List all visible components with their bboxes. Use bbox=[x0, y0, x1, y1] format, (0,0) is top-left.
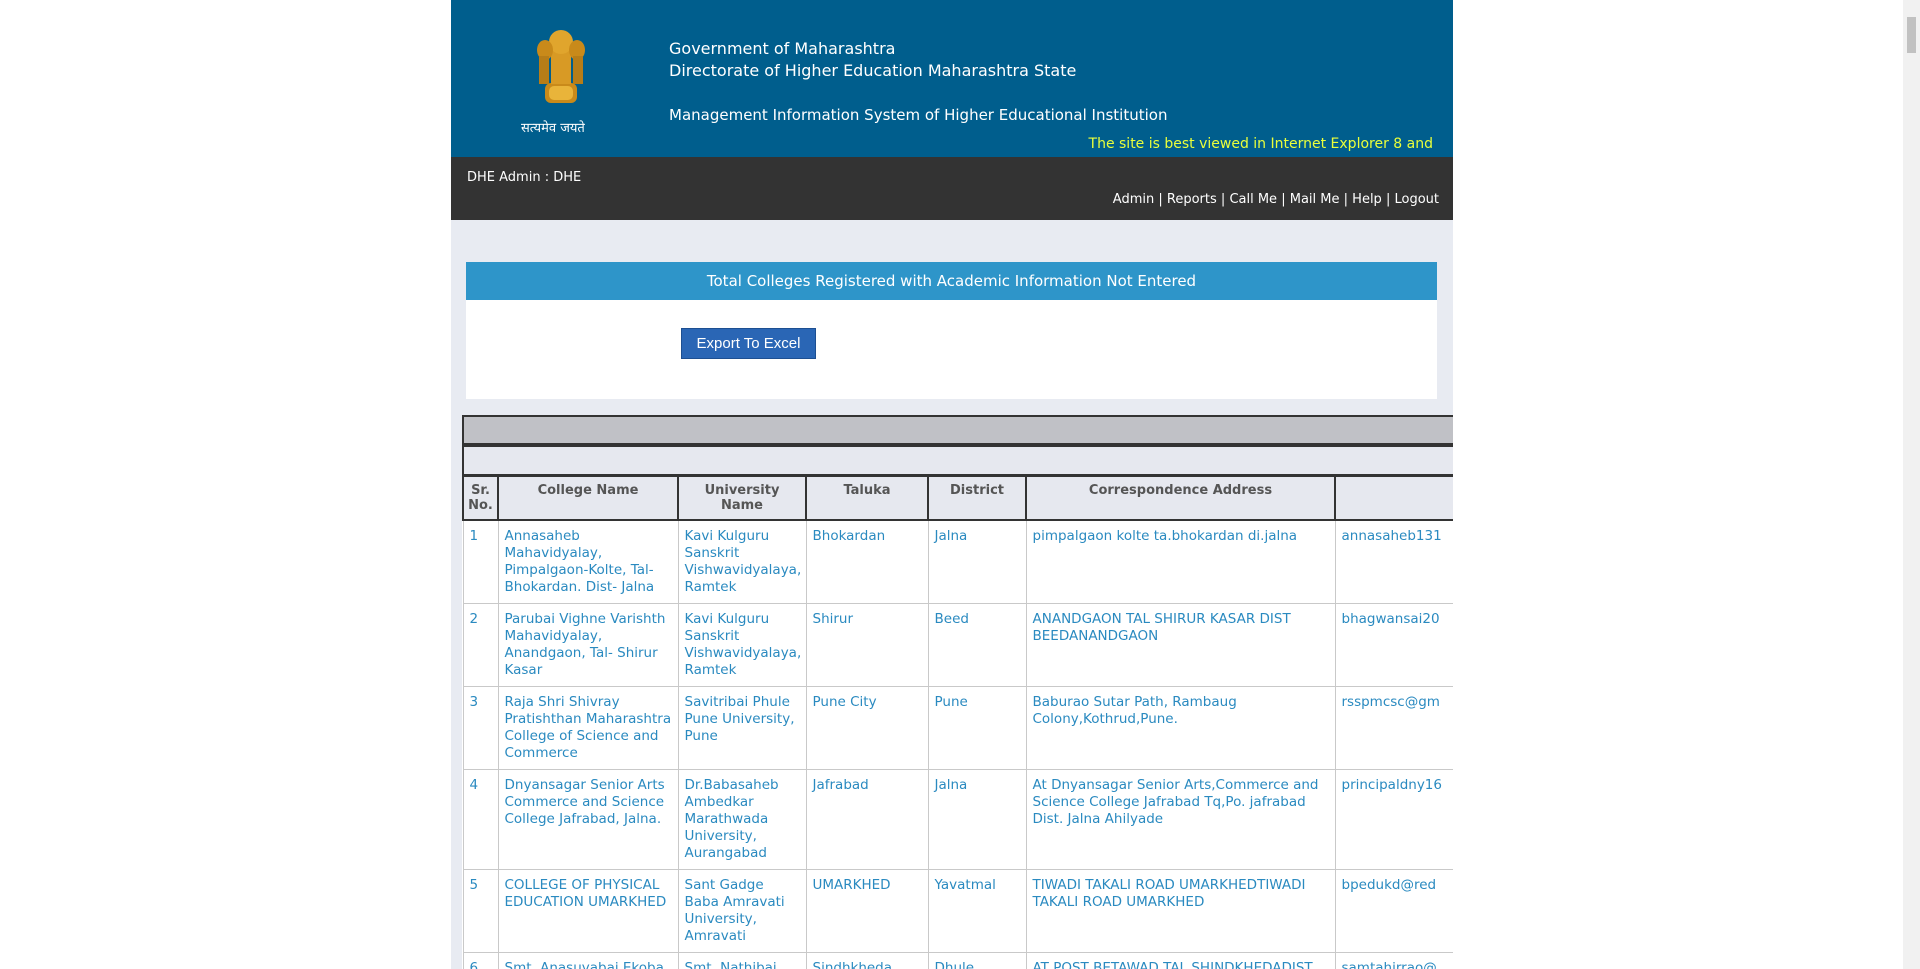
emblem-motto: सत्यमेव जयते bbox=[521, 121, 585, 136]
export-panel: Export To Excel bbox=[466, 300, 1437, 399]
table-row: 3 Raja Shri Shivray Pratishthan Maharasht… bbox=[462, 686, 1453, 770]
nav-help[interactable]: Help bbox=[1352, 192, 1382, 207]
table-cell: Jalna bbox=[927, 519, 1027, 604]
table-cell: Jalna bbox=[927, 769, 1027, 870]
table-cell: 3 bbox=[462, 686, 499, 770]
nav-separator: | bbox=[1158, 192, 1163, 207]
table-cell: rsspmcsc@gm bbox=[1334, 686, 1453, 770]
nav-separator: | bbox=[1281, 192, 1286, 207]
table-cell: Pune bbox=[927, 686, 1027, 770]
header-line-3: Management Information System of Higher … bbox=[669, 106, 1168, 124]
header-line-2: Directorate of Higher Education Maharash… bbox=[669, 61, 1077, 80]
export-to-excel-button[interactable]: Export To Excel bbox=[681, 328, 816, 359]
nav-mail-me[interactable]: Mail Me bbox=[1290, 192, 1340, 207]
table-cell: 5 bbox=[462, 869, 499, 953]
table-cell: Jafrabad bbox=[805, 769, 929, 870]
browser-notice-marquee: The site is best viewed in Internet Expl… bbox=[1088, 136, 1433, 152]
table-cell: Raja Shri Shivray Pratishthan Maharashtr… bbox=[497, 686, 679, 770]
column-header: Sr. No. bbox=[462, 475, 499, 521]
nav-call-me[interactable]: Call Me bbox=[1229, 192, 1277, 207]
table-row: 6 Smt. Anasuyabai Ekoba Smt. Nathibai Sindh… bbox=[462, 952, 1453, 969]
column-header bbox=[1334, 475, 1453, 521]
colleges-table: Sr. No. College Name University Name Taluka… bbox=[462, 475, 1453, 969]
table-cell: Sindhkheda bbox=[805, 952, 929, 969]
table-cell: ANANDGAON TAL SHIRUR KASAR DIST BEEDANAN… bbox=[1025, 603, 1336, 687]
national-emblem-icon bbox=[537, 30, 585, 103]
table-cell: COLLEGE OF PHYSICAL EDUCATION UMARKHED bbox=[497, 869, 679, 953]
table-cell: Sant Gadge Baba Amravati University, Amr… bbox=[677, 869, 807, 953]
table-cell: Annasaheb Mahavidyalay, Pimpalgaon-Kolte… bbox=[497, 519, 679, 604]
logged-in-user: DHE Admin : DHE bbox=[467, 170, 582, 185]
table-cell: Kavi Kulguru Sanskrit Vishwavidyalaya, R… bbox=[677, 519, 807, 604]
table-cell: Dnyansagar Senior Arts Commerce and Scie… bbox=[497, 769, 679, 870]
table-cell: 4 bbox=[462, 769, 499, 870]
nav-separator: | bbox=[1220, 192, 1226, 207]
table-cell: annasaheb131 bbox=[1334, 519, 1453, 604]
table-cell: Shirur bbox=[805, 603, 929, 687]
table-cell: UMARKHED bbox=[805, 869, 929, 953]
table-subcaption-bar bbox=[462, 445, 1453, 476]
nav-separator: | bbox=[1343, 192, 1349, 207]
table-cell: 2 bbox=[462, 603, 499, 687]
table-cell: Pune City bbox=[805, 686, 929, 770]
table-cell: Kavi Kulguru Sanskrit Vishwavidyalaya, R… bbox=[677, 603, 807, 687]
page-scrollbar[interactable] bbox=[1903, 0, 1920, 969]
nav-reports[interactable]: Reports bbox=[1167, 192, 1217, 207]
nav-separator: | bbox=[1385, 192, 1391, 207]
table-cell: At Dnyansagar Senior Arts,Commerce and S… bbox=[1025, 769, 1336, 870]
table-cell: Yavatmal bbox=[927, 869, 1027, 953]
page-container: सत्यमेव जयते Government of Maharashtra D… bbox=[451, 0, 1453, 969]
table-row: 1 Annasaheb Mahavidyalay, Pimpalgaon-Kolt… bbox=[462, 519, 1453, 604]
table-cell: 6 bbox=[462, 952, 499, 969]
top-nav: Admin | Reports | Call Me | Mail Me | He… bbox=[1113, 192, 1439, 207]
table-cell: 1 bbox=[462, 519, 499, 604]
table-cell: bpedukd@red bbox=[1334, 869, 1453, 953]
table-cell: Dr.Babasaheb Ambedkar Marathwada Univers… bbox=[677, 769, 807, 870]
column-header: Correspondence Address bbox=[1025, 475, 1336, 521]
table-cell: Beed bbox=[927, 603, 1027, 687]
site-header: सत्यमेव जयते Government of Maharashtra D… bbox=[451, 0, 1453, 157]
user-bar: DHE Admin : DHE Admin | Reports | Call M… bbox=[451, 157, 1453, 220]
table-cell: AT POST BETAWAD TAL SHINDKHEDADIST bbox=[1025, 952, 1336, 969]
table-cell: samtahirrao@ bbox=[1334, 952, 1453, 969]
header-line-1: Government of Maharashtra bbox=[669, 39, 896, 58]
column-header: Taluka bbox=[805, 475, 929, 521]
table-cell: Smt. Anasuyabai Ekoba bbox=[497, 952, 679, 969]
table-cell: Parubai Vighne Varishth Mahavidyalay, An… bbox=[497, 603, 679, 687]
table-cell: Baburao Sutar Path, Rambaug Colony,Kothr… bbox=[1025, 686, 1336, 770]
column-header: College Name bbox=[497, 475, 679, 521]
table-cell: Bhokardan bbox=[805, 519, 929, 604]
table-cell: TIWADI TAKALI ROAD UMARKHEDTIWADI TAKALI… bbox=[1025, 869, 1336, 953]
scrollbar-thumb[interactable] bbox=[1907, 17, 1916, 53]
column-header: University Name bbox=[677, 475, 807, 521]
report-title: Total Colleges Registered with Academic … bbox=[466, 262, 1437, 300]
table-caption-bar bbox=[462, 415, 1453, 445]
table-row: 2 Parubai Vighne Varishth Mahavidyalay, A… bbox=[462, 603, 1453, 687]
table-cell: Smt. Nathibai bbox=[677, 952, 807, 969]
table-row: 5 COLLEGE OF PHYSICAL EDUCATION UMARKHED S… bbox=[462, 869, 1453, 953]
table-cell: Dhule bbox=[927, 952, 1027, 969]
column-header: District bbox=[927, 475, 1027, 521]
table-cell: Savitribai Phule Pune University, Pune bbox=[677, 686, 807, 770]
table-cell: principaldny16 bbox=[1334, 769, 1453, 870]
nav-admin[interactable]: Admin bbox=[1113, 192, 1154, 207]
table-cell: pimpalgaon kolte ta.bhokardan di.jalna bbox=[1025, 519, 1336, 604]
table-cell: bhagwansai20 bbox=[1334, 603, 1453, 687]
table-row: 4 Dnyansagar Senior Arts Commerce and Sci… bbox=[462, 769, 1453, 870]
nav-logout[interactable]: Logout bbox=[1394, 192, 1439, 207]
